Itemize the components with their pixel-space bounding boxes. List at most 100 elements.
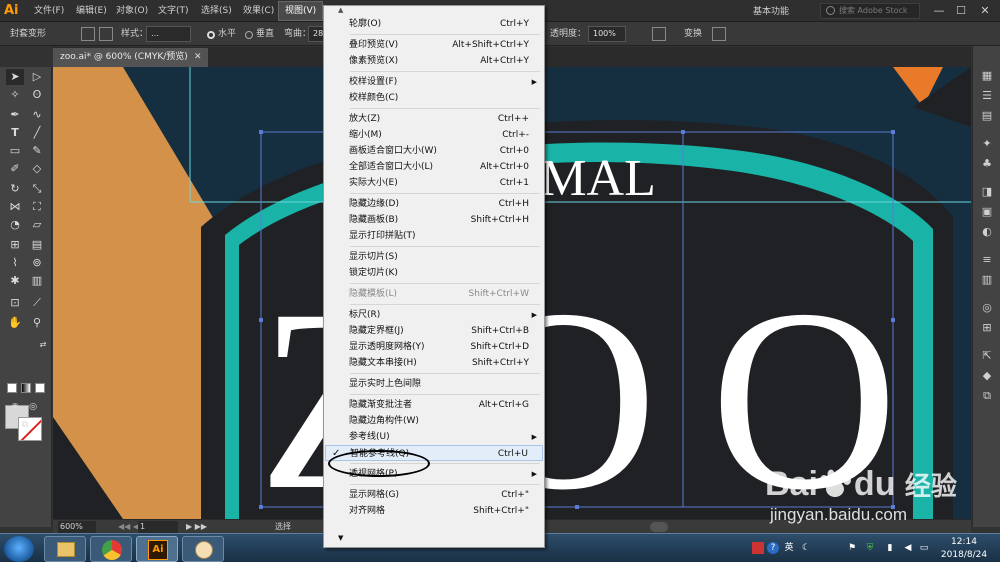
tray-app-icon[interactable] bbox=[752, 542, 764, 554]
tray-battery-icon[interactable]: ▭ bbox=[918, 542, 930, 554]
gradient-tool-icon[interactable]: ▤ bbox=[28, 237, 46, 253]
brushes-panel-icon[interactable]: ✦ bbox=[979, 136, 995, 152]
color-mode-icon[interactable] bbox=[7, 383, 17, 393]
graph-tool-icon[interactable]: ▥ bbox=[28, 273, 46, 289]
screen-mode-icon[interactable]: ⧉ bbox=[16, 417, 34, 433]
selection-tool-icon[interactable]: ➤ bbox=[6, 69, 24, 85]
taskbar-illustrator[interactable]: Ai bbox=[136, 536, 178, 562]
direct-selection-tool-icon[interactable]: ▷ bbox=[28, 69, 46, 85]
vertical-radio[interactable] bbox=[245, 31, 253, 39]
none-mode-icon[interactable] bbox=[35, 383, 45, 393]
clock-time[interactable]: 12:14 bbox=[934, 536, 994, 548]
artboard-prev-icon[interactable]: ◀◀ ◀ bbox=[118, 521, 139, 533]
eraser-tool-icon[interactable]: ◇ bbox=[28, 161, 46, 177]
align-icon[interactable] bbox=[652, 27, 666, 41]
stock-search-input[interactable]: 搜索 Adobe Stock bbox=[820, 3, 920, 19]
shape-builder-tool-icon[interactable]: ◔ bbox=[6, 217, 24, 233]
isolate-icon[interactable] bbox=[712, 27, 726, 41]
stroke-panel-icon[interactable]: ≡ bbox=[979, 252, 995, 268]
artboard-index-field[interactable]: 1 bbox=[138, 521, 178, 533]
tray-shield-icon[interactable]: ⛨ bbox=[864, 542, 876, 554]
horizontal-radio[interactable] bbox=[207, 31, 215, 39]
view-menu-item[interactable]: 隐藏渐变批注者 Alt+Ctrl+G bbox=[325, 397, 543, 413]
view-menu-item[interactable]: 参考线(U) ▶ bbox=[325, 429, 543, 445]
libraries-panel-icon[interactable]: ☰ bbox=[979, 88, 995, 104]
transparency-panel-icon[interactable]: ◎ bbox=[979, 300, 995, 316]
menu-object[interactable]: 对象(O) bbox=[116, 4, 148, 18]
properties-panel-icon[interactable]: ▦ bbox=[979, 68, 995, 84]
taskbar-chrome[interactable] bbox=[90, 536, 132, 562]
view-menu-item[interactable]: 校样颜色(C) bbox=[325, 90, 543, 106]
close-window-button[interactable]: ✕ bbox=[976, 4, 994, 18]
view-menu-item[interactable]: 显示实时上色间隙 bbox=[325, 376, 543, 392]
bend-input[interactable]: 28% bbox=[308, 26, 331, 42]
draw-normal-icon[interactable]: ◉ bbox=[6, 399, 24, 415]
symbol-sprayer-tool-icon[interactable]: ✱ bbox=[6, 273, 24, 289]
width-tool-icon[interactable]: ⋈ bbox=[6, 199, 24, 215]
perspective-grid-tool-icon[interactable]: ▱ bbox=[28, 217, 46, 233]
view-menu-item[interactable]: 校样设置(F) ▶ bbox=[325, 74, 543, 90]
view-menu-item[interactable]: 隐藏边角构件(W) bbox=[325, 413, 543, 429]
shaper-tool-icon[interactable]: ✐ bbox=[6, 161, 24, 177]
export-panel-icon[interactable]: ⇱ bbox=[979, 348, 995, 364]
tray-help-icon[interactable]: ? bbox=[767, 542, 779, 554]
menu-scroll-down-icon[interactable]: ▼ bbox=[338, 534, 343, 542]
mesh-tool-icon[interactable]: ⊞ bbox=[6, 237, 24, 253]
view-menu-item[interactable]: 显示切片(S) bbox=[325, 249, 543, 265]
graphic-styles-panel-icon[interactable]: ◨ bbox=[979, 184, 995, 200]
tray-ime[interactable]: 英 bbox=[783, 542, 795, 554]
view-menu-item[interactable]: 缩小(M) Ctrl+- bbox=[325, 127, 543, 143]
edit-envelope-icon[interactable] bbox=[81, 27, 95, 41]
rotate-tool-icon[interactable]: ↻ bbox=[6, 181, 24, 197]
view-menu-item[interactable]: 放大(Z) Ctrl++ bbox=[325, 111, 543, 127]
menu-select[interactable]: 选择(S) bbox=[201, 4, 232, 18]
tray-flag-icon[interactable]: ⚑ bbox=[846, 542, 858, 554]
view-menu-item[interactable]: 隐藏画板(B) Shift+Ctrl+H bbox=[325, 212, 543, 228]
menu-edit[interactable]: 编辑(E) bbox=[76, 4, 107, 18]
view-menu-item[interactable]: 画板适合窗口大小(W) Ctrl+0 bbox=[325, 143, 543, 159]
free-transform-tool-icon[interactable]: ⛶ bbox=[28, 199, 46, 215]
hand-tool-icon[interactable]: ✋ bbox=[6, 315, 24, 331]
maximize-button[interactable]: ☐ bbox=[952, 4, 970, 18]
view-menu-item[interactable]: 全部适合窗口大小(L) Alt+Ctrl+0 bbox=[325, 159, 543, 175]
transform-button[interactable]: 变换 bbox=[684, 28, 702, 40]
opacity-input[interactable]: 100% bbox=[588, 26, 626, 42]
view-menu-item[interactable]: 显示网格(G) Ctrl+" bbox=[325, 487, 543, 503]
zoom-level-field[interactable]: 600% bbox=[58, 521, 96, 533]
swap-colors-icon[interactable]: ⇄ bbox=[34, 337, 52, 353]
workspace-switcher[interactable]: 基本功能 bbox=[753, 4, 789, 18]
taskbar-explorer[interactable] bbox=[44, 536, 86, 562]
view-menu-item[interactable]: 像素预览(X) Alt+Ctrl+Y bbox=[325, 53, 543, 69]
view-menu-item[interactable]: 隐藏文本串接(H) Shift+Ctrl+Y bbox=[325, 355, 543, 371]
menu-scroll-up-icon[interactable]: ▲ bbox=[338, 6, 343, 14]
blend-tool-icon[interactable]: ⊚ bbox=[28, 255, 46, 271]
artboard-tool-icon[interactable]: ⊡ bbox=[6, 295, 24, 311]
menu-effect[interactable]: 效果(C) bbox=[243, 4, 274, 18]
color-panel-icon[interactable]: ◐ bbox=[979, 224, 995, 240]
menu-view[interactable]: 视图(V) bbox=[278, 1, 323, 21]
view-menu-item[interactable]: 实际大小(E) Ctrl+1 bbox=[325, 175, 543, 191]
curvature-tool-icon[interactable]: ∿ bbox=[28, 107, 46, 123]
view-menu-item[interactable]: 标尺(R) ▶ bbox=[325, 307, 543, 323]
gradient-panel-icon[interactable]: ▥ bbox=[979, 272, 995, 288]
scale-tool-icon[interactable]: ⤡ bbox=[28, 181, 46, 197]
line-tool-icon[interactable]: ╱ bbox=[28, 125, 46, 141]
zoom-tool-icon[interactable]: ⚲ bbox=[28, 315, 46, 331]
start-button[interactable] bbox=[4, 536, 34, 562]
slice-tool-icon[interactable]: ⟋ bbox=[28, 295, 46, 311]
type-tool-icon[interactable]: T bbox=[6, 125, 24, 141]
appearance-panel-icon[interactable]: ▣ bbox=[979, 204, 995, 220]
symbols-panel-icon[interactable]: ♣ bbox=[979, 156, 995, 172]
tray-moon-icon[interactable]: ☾ bbox=[800, 542, 812, 554]
document-tab[interactable]: zoo.ai* @ 600% (CMYK/预览) ✕ bbox=[53, 48, 208, 67]
gradient-mode-icon[interactable] bbox=[21, 383, 31, 393]
menu-file[interactable]: 文件(F) bbox=[34, 4, 64, 18]
minimize-button[interactable]: — bbox=[930, 4, 948, 18]
paintbrush-tool-icon[interactable]: ✎ bbox=[28, 143, 46, 159]
view-menu-item[interactable]: 轮廓(O) Ctrl+Y bbox=[325, 16, 543, 32]
artboards-panel-icon[interactable]: ⧉ bbox=[979, 388, 995, 404]
tray-volume-icon[interactable]: ◀ bbox=[902, 542, 914, 554]
close-tab-icon[interactable]: ✕ bbox=[194, 48, 206, 67]
lasso-tool-icon[interactable]: ʘ bbox=[28, 87, 46, 103]
view-menu-item[interactable]: 隐藏定界框(J) Shift+Ctrl+B bbox=[325, 323, 543, 339]
